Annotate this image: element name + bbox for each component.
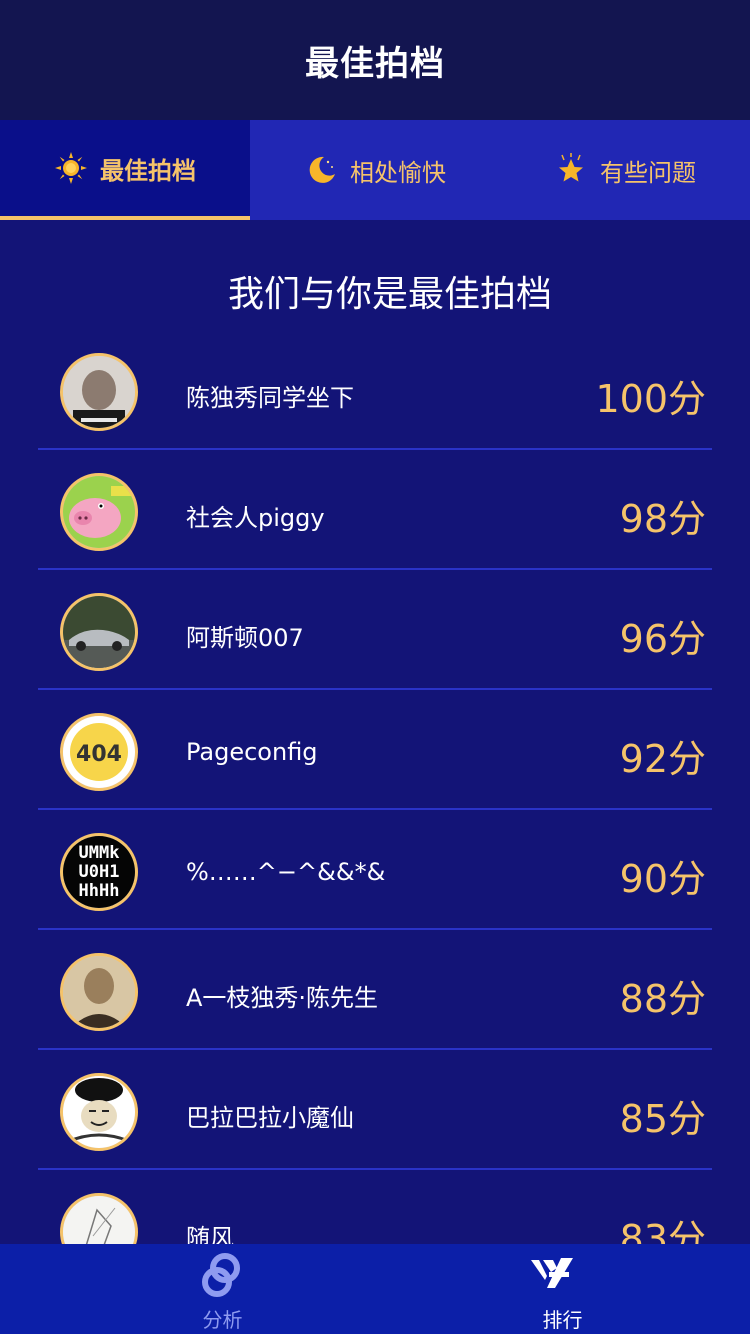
player-name: Pageconfig bbox=[186, 738, 318, 766]
player-name: 巴拉巴拉小魔仙 bbox=[186, 1104, 354, 1132]
player-name: 社会人piggy bbox=[186, 504, 325, 532]
page-title: 最佳拍档 bbox=[305, 43, 445, 84]
avatar-meme-face bbox=[63, 1076, 135, 1148]
avatar-404-badge: 404 bbox=[63, 716, 135, 788]
player-name: %……^−^&&*& bbox=[186, 858, 386, 886]
tab-label: 有些问题 bbox=[600, 158, 696, 187]
avatar-man-photo bbox=[63, 356, 135, 428]
avatar: 404 bbox=[60, 713, 138, 791]
tab-some-issues[interactable]: 有些问题 bbox=[500, 120, 750, 220]
ranking-list: 陈独秀同学坐下 100分 社会人piggy 98分 阿斯顿007 96分 404… bbox=[38, 330, 712, 1290]
avatar-badge-text: 404 bbox=[76, 742, 122, 767]
avatar bbox=[60, 353, 138, 431]
avatar: UMMk U0H1 HhHh bbox=[60, 833, 138, 911]
star-icon bbox=[559, 153, 583, 182]
tab-pleasant[interactable]: 相处愉快 bbox=[250, 120, 500, 220]
player-name: 阿斯顿007 bbox=[186, 624, 304, 652]
player-name: 陈独秀同学坐下 bbox=[186, 384, 354, 412]
list-item[interactable]: A一枝独秀·陈先生 88分 bbox=[38, 930, 712, 1050]
player-name: A一枝独秀·陈先生 bbox=[186, 984, 379, 1012]
moon-icon bbox=[309, 156, 335, 183]
avatar-pig-cartoon bbox=[63, 476, 135, 548]
player-score: 100分 bbox=[595, 377, 706, 421]
player-score: 92分 bbox=[619, 737, 706, 781]
nav-label: 排行 bbox=[542, 1308, 583, 1332]
list-item[interactable]: 404 Pageconfig 92分 bbox=[38, 690, 712, 810]
player-score: 96分 bbox=[619, 617, 706, 661]
section-title: 我们与你是最佳拍档 bbox=[227, 274, 552, 315]
tab-bar: 最佳拍档 相处愉快 有些问题 bbox=[0, 120, 750, 220]
list-item[interactable]: 巴拉巴拉小魔仙 85分 bbox=[38, 1050, 712, 1170]
avatar bbox=[60, 593, 138, 671]
list-item[interactable]: 陈独秀同学坐下 100分 bbox=[38, 330, 712, 450]
avatar-sports-car bbox=[63, 596, 135, 668]
list-item[interactable]: UMMk U0H1 HhHh %……^−^&&*& 90分 bbox=[38, 810, 712, 930]
avatar bbox=[60, 953, 138, 1031]
tab-label: 最佳拍档 bbox=[100, 156, 196, 185]
app-header: 最佳拍档 bbox=[0, 0, 750, 120]
analysis-icon bbox=[202, 1253, 240, 1297]
avatar-pixel-line: HhHh bbox=[79, 881, 120, 901]
nav-rank[interactable]: 排行 bbox=[375, 1244, 750, 1334]
player-score: 88分 bbox=[619, 977, 706, 1021]
avatar-vintage-photo bbox=[63, 956, 135, 1028]
list-item[interactable]: 阿斯顿007 96分 bbox=[38, 570, 712, 690]
list-item[interactable]: 社会人piggy 98分 bbox=[38, 450, 712, 570]
nav-analysis[interactable]: 分析 bbox=[0, 1244, 375, 1334]
rank-icon bbox=[531, 1258, 573, 1288]
player-score: 85分 bbox=[619, 1097, 706, 1141]
avatar-pixel-text: UMMk U0H1 HhHh bbox=[63, 836, 135, 908]
avatar bbox=[60, 1073, 138, 1151]
player-score: 90分 bbox=[619, 857, 706, 901]
avatar-pixel-line: U0H1 bbox=[79, 862, 120, 882]
tab-label: 相处愉快 bbox=[350, 158, 446, 187]
avatar-pixel-line: UMMk bbox=[79, 843, 120, 863]
avatar bbox=[60, 473, 138, 551]
sun-icon bbox=[55, 152, 87, 184]
bottom-nav: 分析 排行 bbox=[0, 1244, 750, 1334]
player-score: 98分 bbox=[619, 497, 706, 541]
tab-best-partner[interactable]: 最佳拍档 bbox=[0, 120, 250, 220]
